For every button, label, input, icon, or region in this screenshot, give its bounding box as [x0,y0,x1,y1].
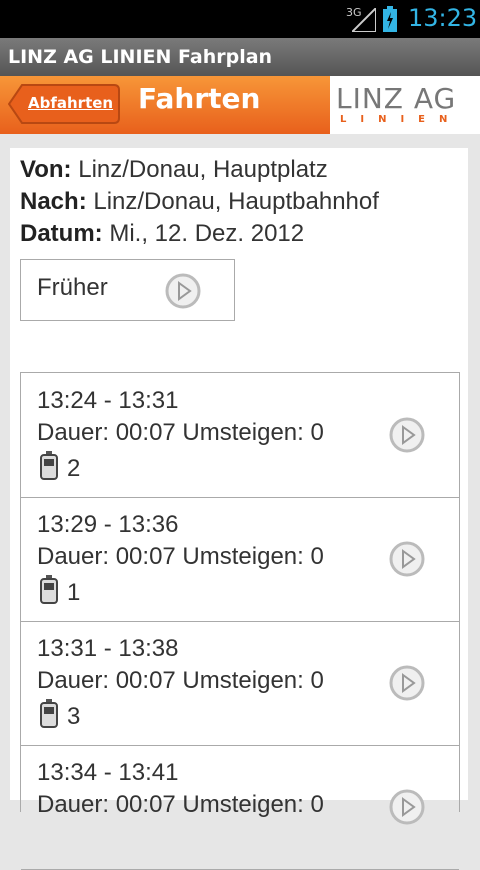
date-value: Mi., 12. Dez. 2012 [109,220,305,247]
app-title-bar: LINZ AG LINIEN Fahrplan [0,38,480,76]
status-bar: 3G 13:23 [0,0,480,38]
to-label: Nach: [20,188,87,215]
to-line: Nach: Linz/Donau, Hauptbahnhof [20,188,379,216]
earlier-label: Früher [37,274,108,301]
line-number: 2 [67,455,81,482]
app-title: LINZ AG LINIEN Fahrplan [8,46,273,68]
line-number: 3 [67,703,81,730]
play-circle-icon[interactable] [389,665,425,701]
from-label: Von: [20,156,72,183]
play-circle-icon[interactable] [389,417,425,453]
connection-details: Dauer: 00:07 Umsteigen: 0 [37,667,324,694]
tram-icon [40,451,58,480]
back-button-label: Abfahrten [28,94,114,112]
page-header: Abfahrten Fahrten LINZ AG LINIEN [0,76,480,134]
clock: 13:23 [408,4,478,32]
play-circle-icon[interactable] [389,789,425,825]
earlier-button[interactable]: Früher [20,259,235,321]
brand-logo: LINZ AG LINIEN [330,76,480,134]
connection-time: 13:24 - 13:31 [37,387,179,414]
connection-details: Dauer: 00:07 Umsteigen: 0 [37,543,324,570]
connection-row[interactable]: 13:31 - 13:38 Dauer: 00:07 Umsteigen: 0 … [21,621,459,746]
connection-details: Dauer: 00:07 Umsteigen: 0 [37,791,324,818]
connection-time: 13:29 - 13:36 [37,511,179,538]
from-value: Linz/Donau, Hauptplatz [78,156,328,183]
line-number: 1 [67,579,81,606]
connection-time: 13:34 - 13:41 [37,759,179,786]
logo-subtext: LINIEN [340,114,462,125]
connection-details: Dauer: 00:07 Umsteigen: 0 [37,419,324,446]
connection-list: 13:24 - 13:31 Dauer: 00:07 Umsteigen: 0 … [20,372,460,870]
play-circle-icon[interactable] [389,541,425,577]
connection-row[interactable]: 13:34 - 13:41 Dauer: 00:07 Umsteigen: 0 [21,745,459,870]
battery-icon [383,6,397,32]
connection-time: 13:31 - 13:38 [37,635,179,662]
tram-icon [40,575,58,604]
main-content: Von: Linz/Donau, Hauptplatz Nach: Linz/D… [10,148,468,870]
back-button[interactable]: Abfahrten [8,84,120,124]
page-title: Fahrten [138,82,261,115]
from-line: Von: Linz/Donau, Hauptplatz [20,156,328,184]
connection-row[interactable]: 13:29 - 13:36 Dauer: 00:07 Umsteigen: 0 … [21,497,459,622]
tram-icon [40,699,58,728]
date-line: Datum: Mi., 12. Dez. 2012 [20,220,304,248]
signal-icon [352,8,376,32]
connection-row[interactable]: 13:24 - 13:31 Dauer: 00:07 Umsteigen: 0 … [21,373,459,498]
play-circle-icon [165,273,201,309]
date-label: Datum: [20,220,103,247]
to-value: Linz/Donau, Hauptbahnhof [93,188,379,215]
logo-text: LINZ AG [336,82,457,115]
